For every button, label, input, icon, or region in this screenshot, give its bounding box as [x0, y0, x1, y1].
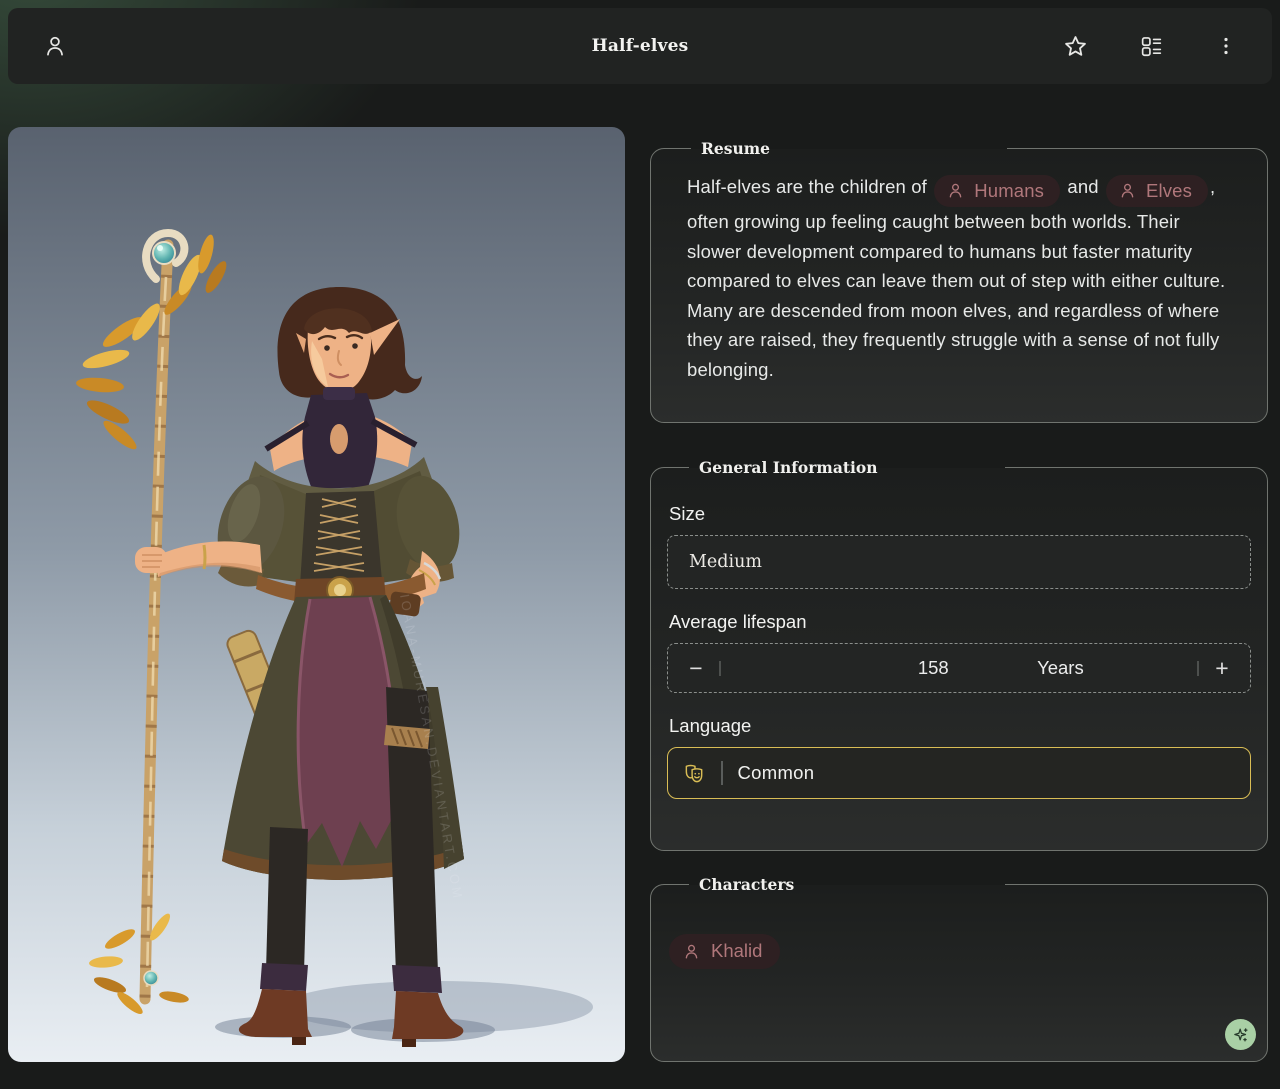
- language-value: Common: [738, 762, 815, 784]
- person-icon: [682, 942, 701, 961]
- stepper-divider-left: [719, 661, 721, 676]
- sparkles-icon: [1231, 1025, 1251, 1045]
- resume-text-between: and: [1067, 176, 1098, 197]
- chip-label: Elves: [1146, 178, 1192, 204]
- stepper-divider-right: [1197, 661, 1199, 676]
- resume-text-after: , often growing up feeling caught betwee…: [687, 176, 1225, 380]
- character-name: Khalid: [711, 940, 762, 962]
- language-label: Language: [669, 715, 1249, 737]
- resume-legend: Resume: [691, 139, 1007, 158]
- general-information-legend: General Information: [689, 458, 1005, 477]
- layout-view-button[interactable]: [1139, 34, 1164, 59]
- topbar: Half-elves: [8, 8, 1272, 84]
- topbar-actions: [1062, 33, 1238, 60]
- lifespan-unit: Years: [1037, 657, 1084, 679]
- half-elf-illustration: IOANA-MURESAN.DEVIANTART.COM: [8, 127, 625, 1062]
- characters-legend: Characters: [689, 875, 1005, 894]
- characters-section: Characters Khalid: [650, 875, 1268, 1062]
- language-input[interactable]: Common: [667, 747, 1251, 799]
- size-value: Medium: [689, 552, 762, 572]
- person-icon: [1118, 181, 1137, 200]
- entity-chip-elves[interactable]: Elves: [1106, 175, 1208, 208]
- chip-label: Humans: [974, 178, 1044, 204]
- more-menu-button[interactable]: [1214, 34, 1238, 58]
- ai-generate-button[interactable]: [1225, 1019, 1256, 1050]
- lifespan-value[interactable]: 158: [918, 657, 949, 679]
- theater-masks-icon: [683, 762, 706, 785]
- resume-paragraph: Half-elves are the children of Humans an…: [687, 172, 1239, 384]
- decrement-button[interactable]: −: [683, 657, 709, 680]
- language-input-divider: [721, 761, 723, 785]
- entity-chip-humans[interactable]: Humans: [934, 175, 1060, 208]
- lifespan-stepper: − 158 Years +: [667, 643, 1251, 693]
- resume-text-before: Half-elves are the children of: [687, 176, 927, 197]
- list-details-icon: [1139, 34, 1164, 59]
- size-label: Size: [669, 503, 1249, 525]
- increment-button[interactable]: +: [1209, 657, 1235, 680]
- resume-section: Resume Half-elves are the children of Hu…: [650, 139, 1268, 423]
- kebab-menu-icon: [1214, 34, 1238, 58]
- favorite-button[interactable]: [1062, 33, 1089, 60]
- general-information-section: General Information Size Medium Average …: [650, 458, 1268, 851]
- lifespan-label: Average lifespan: [669, 611, 1249, 633]
- species-cover-image[interactable]: IOANA-MURESAN.DEVIANTART.COM: [8, 127, 625, 1062]
- size-input[interactable]: Medium: [667, 535, 1251, 589]
- person-icon: [946, 181, 965, 200]
- star-icon: [1062, 33, 1089, 60]
- character-chip-khalid[interactable]: Khalid: [669, 934, 780, 969]
